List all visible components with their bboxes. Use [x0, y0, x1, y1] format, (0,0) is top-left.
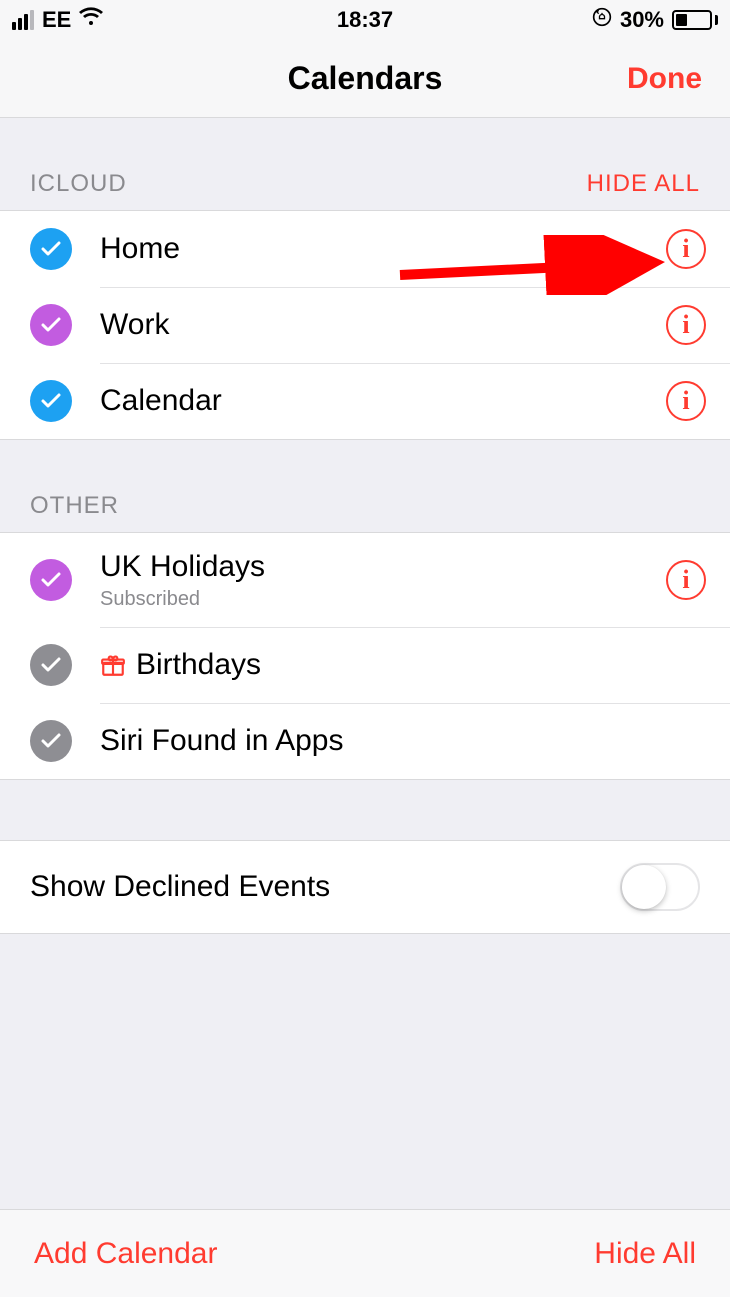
- calendar-row-home[interactable]: Home i: [0, 211, 730, 287]
- page-title: Calendars: [288, 60, 443, 97]
- check-icon[interactable]: [30, 559, 72, 601]
- status-time: 18:37: [337, 7, 393, 33]
- calendar-row-calendar[interactable]: Calendar i: [0, 363, 730, 439]
- battery-percent: 30%: [620, 7, 664, 33]
- section-title: ICLOUD: [30, 170, 127, 198]
- signal-icon: [12, 10, 34, 30]
- other-list: UK Holidays Subscribed i Birthdays Siri …: [0, 532, 730, 780]
- icloud-list: Home i Work i Calendar i: [0, 210, 730, 440]
- section-header-icloud: ICLOUD HIDE ALL: [0, 118, 730, 210]
- calendar-label: UK Holidays Subscribed: [100, 550, 666, 611]
- bottom-toolbar: Add Calendar Hide All: [0, 1209, 730, 1297]
- nav-bar: Calendars Done: [0, 40, 730, 118]
- calendar-sublabel: Subscribed: [100, 588, 666, 611]
- section-title: OTHER: [30, 492, 119, 520]
- calendar-row-siri[interactable]: Siri Found in Apps: [0, 703, 730, 779]
- show-declined-label: Show Declined Events: [30, 870, 330, 904]
- wifi-icon: [79, 7, 103, 33]
- calendar-label: Siri Found in Apps: [100, 724, 706, 758]
- done-button[interactable]: Done: [627, 62, 702, 96]
- gift-icon: [100, 652, 126, 678]
- calendar-label: Birthdays: [100, 648, 706, 682]
- add-calendar-button[interactable]: Add Calendar: [34, 1237, 217, 1271]
- calendar-row-work[interactable]: Work i: [0, 287, 730, 363]
- status-left: EE: [12, 7, 103, 33]
- check-icon[interactable]: [30, 228, 72, 270]
- calendar-label: Calendar: [100, 384, 666, 418]
- info-icon[interactable]: i: [666, 560, 706, 600]
- info-icon[interactable]: i: [666, 381, 706, 421]
- check-icon[interactable]: [30, 304, 72, 346]
- info-icon[interactable]: i: [666, 229, 706, 269]
- calendar-row-birthdays[interactable]: Birthdays: [0, 627, 730, 703]
- check-icon[interactable]: [30, 644, 72, 686]
- battery-icon: [672, 10, 718, 30]
- status-bar: EE 18:37 30%: [0, 0, 730, 40]
- section-header-other: OTHER: [0, 440, 730, 532]
- info-icon[interactable]: i: [666, 305, 706, 345]
- hide-all-icloud-button[interactable]: HIDE ALL: [587, 170, 700, 198]
- carrier-label: EE: [42, 7, 71, 33]
- check-icon[interactable]: [30, 720, 72, 762]
- check-icon[interactable]: [30, 380, 72, 422]
- calendar-row-ukholidays[interactable]: UK Holidays Subscribed i: [0, 533, 730, 627]
- calendar-label: Home: [100, 232, 666, 266]
- show-declined-toggle[interactable]: [620, 863, 700, 911]
- hide-all-button[interactable]: Hide All: [594, 1237, 696, 1271]
- calendar-label: Work: [100, 308, 666, 342]
- show-declined-row: Show Declined Events: [0, 840, 730, 934]
- status-right: 30%: [592, 7, 718, 33]
- rotation-lock-icon: [592, 7, 612, 33]
